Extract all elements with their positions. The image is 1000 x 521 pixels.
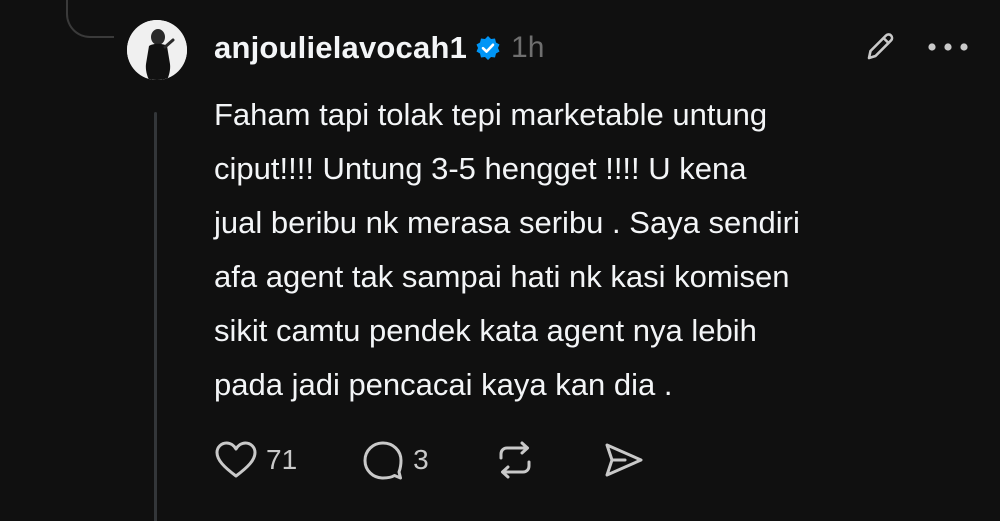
heart-icon bbox=[215, 441, 257, 478]
repost-icon bbox=[499, 441, 531, 479]
verified-badge-icon bbox=[475, 35, 501, 61]
comment-bubble-icon bbox=[363, 441, 403, 480]
thread-line bbox=[154, 112, 157, 521]
like-button[interactable]: 71 bbox=[214, 440, 297, 480]
share-button[interactable] bbox=[601, 440, 645, 480]
avatar-image bbox=[127, 20, 187, 80]
reply-button[interactable]: 3 bbox=[361, 439, 429, 481]
post-actions-bar: 71 3 bbox=[214, 436, 645, 484]
reply-count: 3 bbox=[413, 444, 429, 475]
username[interactable]: anjoulielavocah1 bbox=[214, 30, 467, 66]
post-body-text: Faham tapi tolak tepi marketable untung … bbox=[214, 97, 800, 402]
avatar[interactable] bbox=[127, 20, 187, 80]
edit-button[interactable] bbox=[860, 27, 900, 67]
more-options-button[interactable] bbox=[920, 27, 976, 67]
pencil-icon bbox=[867, 33, 894, 60]
more-dots-icon bbox=[928, 43, 968, 51]
reply-connector-line bbox=[66, 0, 114, 38]
post-header: anjoulielavocah1 1h bbox=[214, 24, 544, 72]
send-icon bbox=[605, 443, 643, 477]
like-count: 71 bbox=[266, 444, 298, 475]
repost-button[interactable] bbox=[493, 439, 537, 481]
post-timestamp: 1h bbox=[511, 31, 545, 64]
